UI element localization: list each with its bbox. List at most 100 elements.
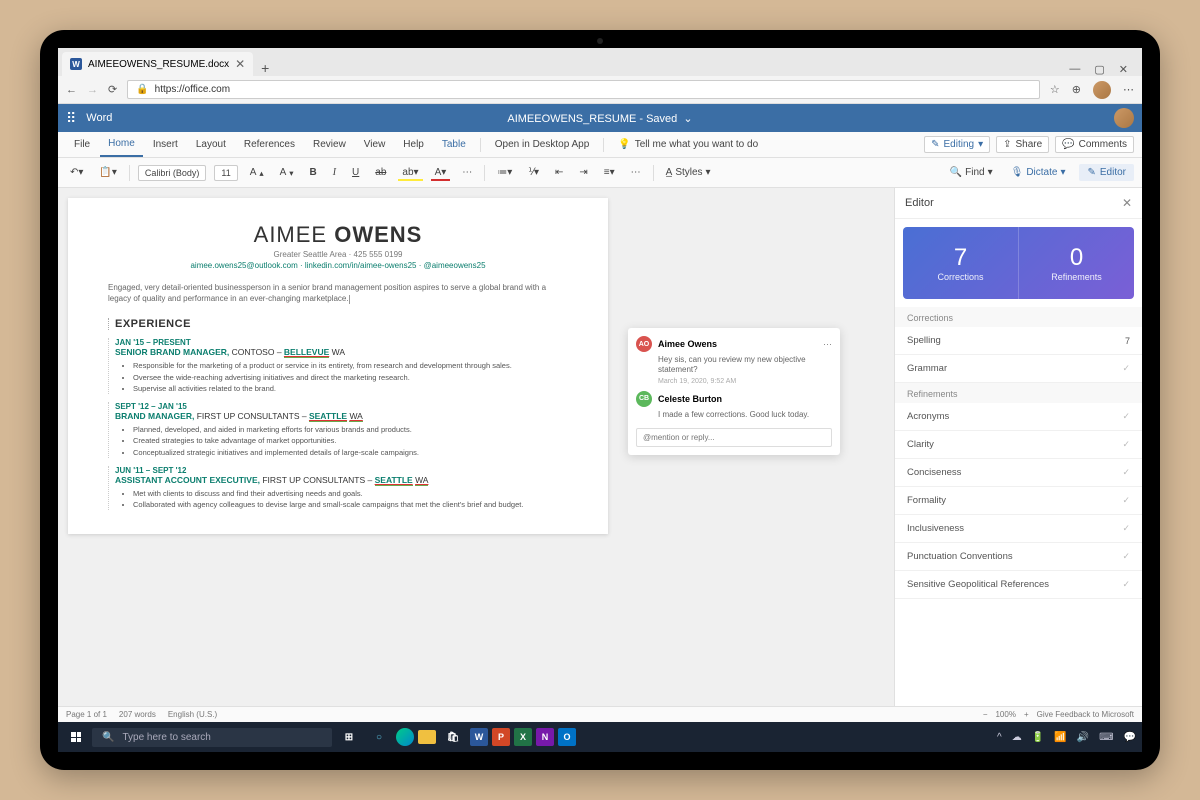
refinement-item[interactable]: Punctuation Conventions✓ [895,543,1142,571]
styles-button[interactable]: A̲ Styles▾ [662,165,715,180]
refinement-item[interactable]: Clarity✓ [895,431,1142,459]
bold-button[interactable]: B [305,165,320,180]
bullets-button[interactable]: ≔▾ [493,165,516,180]
collections-icon[interactable]: ⊕ [1072,83,1081,96]
italic-button[interactable]: I [329,165,340,180]
find-button[interactable]: 🔍 Find▾ [946,165,997,180]
zoom-out-button[interactable]: − [983,710,988,719]
underline-button[interactable]: U [348,165,363,180]
more-para-button[interactable]: ⋯ [627,165,645,180]
refinement-item[interactable]: Inclusiveness✓ [895,515,1142,543]
refinement-item[interactable]: Sensitive Geopolitical References✓ [895,571,1142,599]
font-color-button[interactable]: A▾ [431,165,451,180]
tab-review[interactable]: Review [305,132,354,157]
editing-mode-button[interactable]: ✎ Editing ▾ [924,136,990,153]
strikethrough-button[interactable]: ab [371,165,390,180]
explorer-icon[interactable] [418,730,436,744]
user-avatar[interactable] [1114,108,1134,128]
grammar-item[interactable]: Grammar✓ [895,355,1142,383]
browser-tab[interactable]: W AIMEEOWENS_RESUME.docx ✕ [62,52,253,76]
corrections-stat[interactable]: 7 Corrections [903,227,1019,299]
store-icon[interactable]: 🛍 [440,724,466,750]
document-title[interactable]: AIMEEOWENS_RESUME - Saved ⌄ [507,112,692,125]
new-tab-button[interactable]: + [253,60,277,76]
tab-help[interactable]: Help [395,132,432,157]
tablet-frame: W AIMEEOWENS_RESUME.docx ✕ + — ▢ ✕ ← → ⟳… [40,30,1160,770]
more-font-button[interactable]: ⋯ [458,165,476,180]
dictate-button[interactable]: 🎙 Dictate▾ [1007,165,1070,180]
maximize-button[interactable]: ▢ [1094,63,1104,76]
edge-icon[interactable] [396,728,414,746]
wifi-tray-icon[interactable]: 📶 [1054,732,1066,743]
minimize-button[interactable]: — [1069,63,1080,76]
app-launcher-icon[interactable]: ⠿ [66,110,76,127]
decrease-indent-button[interactable]: ⇤ [551,165,567,180]
share-button[interactable]: ⇪ Share [996,136,1049,153]
battery-tray-icon[interactable]: 🔋 [1032,732,1044,743]
highlight-button[interactable]: ab▾ [398,165,422,180]
open-desktop-button[interactable]: Open in Desktop App [487,132,598,157]
favorite-icon[interactable]: ☆ [1050,83,1060,96]
commenter-avatar: CB [636,391,652,407]
input-tray-icon[interactable]: ⌨ [1099,732,1113,743]
tab-file[interactable]: File [66,132,98,157]
numbering-button[interactable]: ⅟▾ [524,165,543,180]
back-button[interactable]: ← [66,84,77,96]
tab-insert[interactable]: Insert [145,132,186,157]
zoom-in-button[interactable]: + [1024,710,1029,719]
close-panel-icon[interactable]: ✕ [1122,196,1132,210]
tray-chevron-icon[interactable]: ^ [997,732,1002,743]
task-view-icon[interactable]: ⊞ [336,724,362,750]
refresh-button[interactable]: ⟳ [108,83,117,96]
close-window-button[interactable]: ✕ [1119,63,1128,76]
refinement-item[interactable]: Conciseness✓ [895,459,1142,487]
tab-references[interactable]: References [236,132,303,157]
outlook-app-icon[interactable]: O [558,728,576,746]
corrections-section-label: Corrections [895,307,1142,327]
tab-home[interactable]: Home [100,132,143,157]
comment-text: Hey sis, can you review my new objective… [658,355,832,376]
font-family-select[interactable]: Calibri (Body) [138,165,207,181]
tell-me-search[interactable]: 💡 Tell me what you want to do [610,132,766,157]
spelling-item[interactable]: Spelling7 [895,327,1142,355]
format-painter-button[interactable]: 📋▾ [95,165,120,180]
undo-button[interactable]: ↶▾ [66,165,87,180]
font-size-select[interactable]: 11 [214,165,237,181]
word-title-bar: ⠿ Word AIMEEOWENS_RESUME - Saved ⌄ [58,104,1142,132]
window-controls: — ▢ ✕ [1069,63,1138,76]
volume-tray-icon[interactable]: 🔊 [1077,732,1089,743]
word-app-icon[interactable]: W [470,728,488,746]
comments-button[interactable]: 💬 Comments [1055,136,1134,153]
increase-indent-button[interactable]: ⇥ [575,165,591,180]
refinement-item[interactable]: Acronyms✓ [895,403,1142,431]
profile-avatar[interactable] [1093,81,1111,99]
tab-layout[interactable]: Layout [188,132,234,157]
refinement-item[interactable]: Formality✓ [895,487,1142,515]
comment-menu-icon[interactable]: ⋯ [823,339,832,350]
feedback-link[interactable]: Give Feedback to Microsoft [1037,710,1134,719]
forward-button[interactable]: → [87,84,98,96]
close-tab-icon[interactable]: ✕ [235,57,245,71]
word-count[interactable]: 207 words [119,710,156,719]
page-count[interactable]: Page 1 of 1 [66,710,107,719]
tab-table[interactable]: Table [434,132,474,157]
editor-button[interactable]: ✎ Editor [1079,164,1134,181]
taskbar-search[interactable]: 🔍Type here to search [92,728,332,747]
refinements-stat[interactable]: 0 Refinements [1019,227,1134,299]
start-button[interactable] [64,725,88,749]
browser-menu-icon[interactable]: ⋯ [1123,83,1134,96]
onenote-app-icon[interactable]: N [536,728,554,746]
cortana-icon[interactable]: ○ [366,724,392,750]
comment-reply-input[interactable] [636,428,832,447]
align-button[interactable]: ≡▾ [600,165,619,180]
grow-font-button[interactable]: A▴ [246,165,268,180]
excel-app-icon[interactable]: X [514,728,532,746]
notifications-tray-icon[interactable]: 💬 [1124,732,1136,743]
language-status[interactable]: English (U.S.) [168,710,217,719]
shrink-font-button[interactable]: A▾ [276,165,298,180]
onedrive-tray-icon[interactable]: ☁ [1012,732,1022,743]
powerpoint-app-icon[interactable]: P [492,728,510,746]
tab-view[interactable]: View [356,132,394,157]
document-canvas[interactable]: AIMEE OWENS Greater Seattle Area · 425 5… [58,188,894,706]
url-input[interactable]: 🔒https://office.com [127,80,1040,99]
